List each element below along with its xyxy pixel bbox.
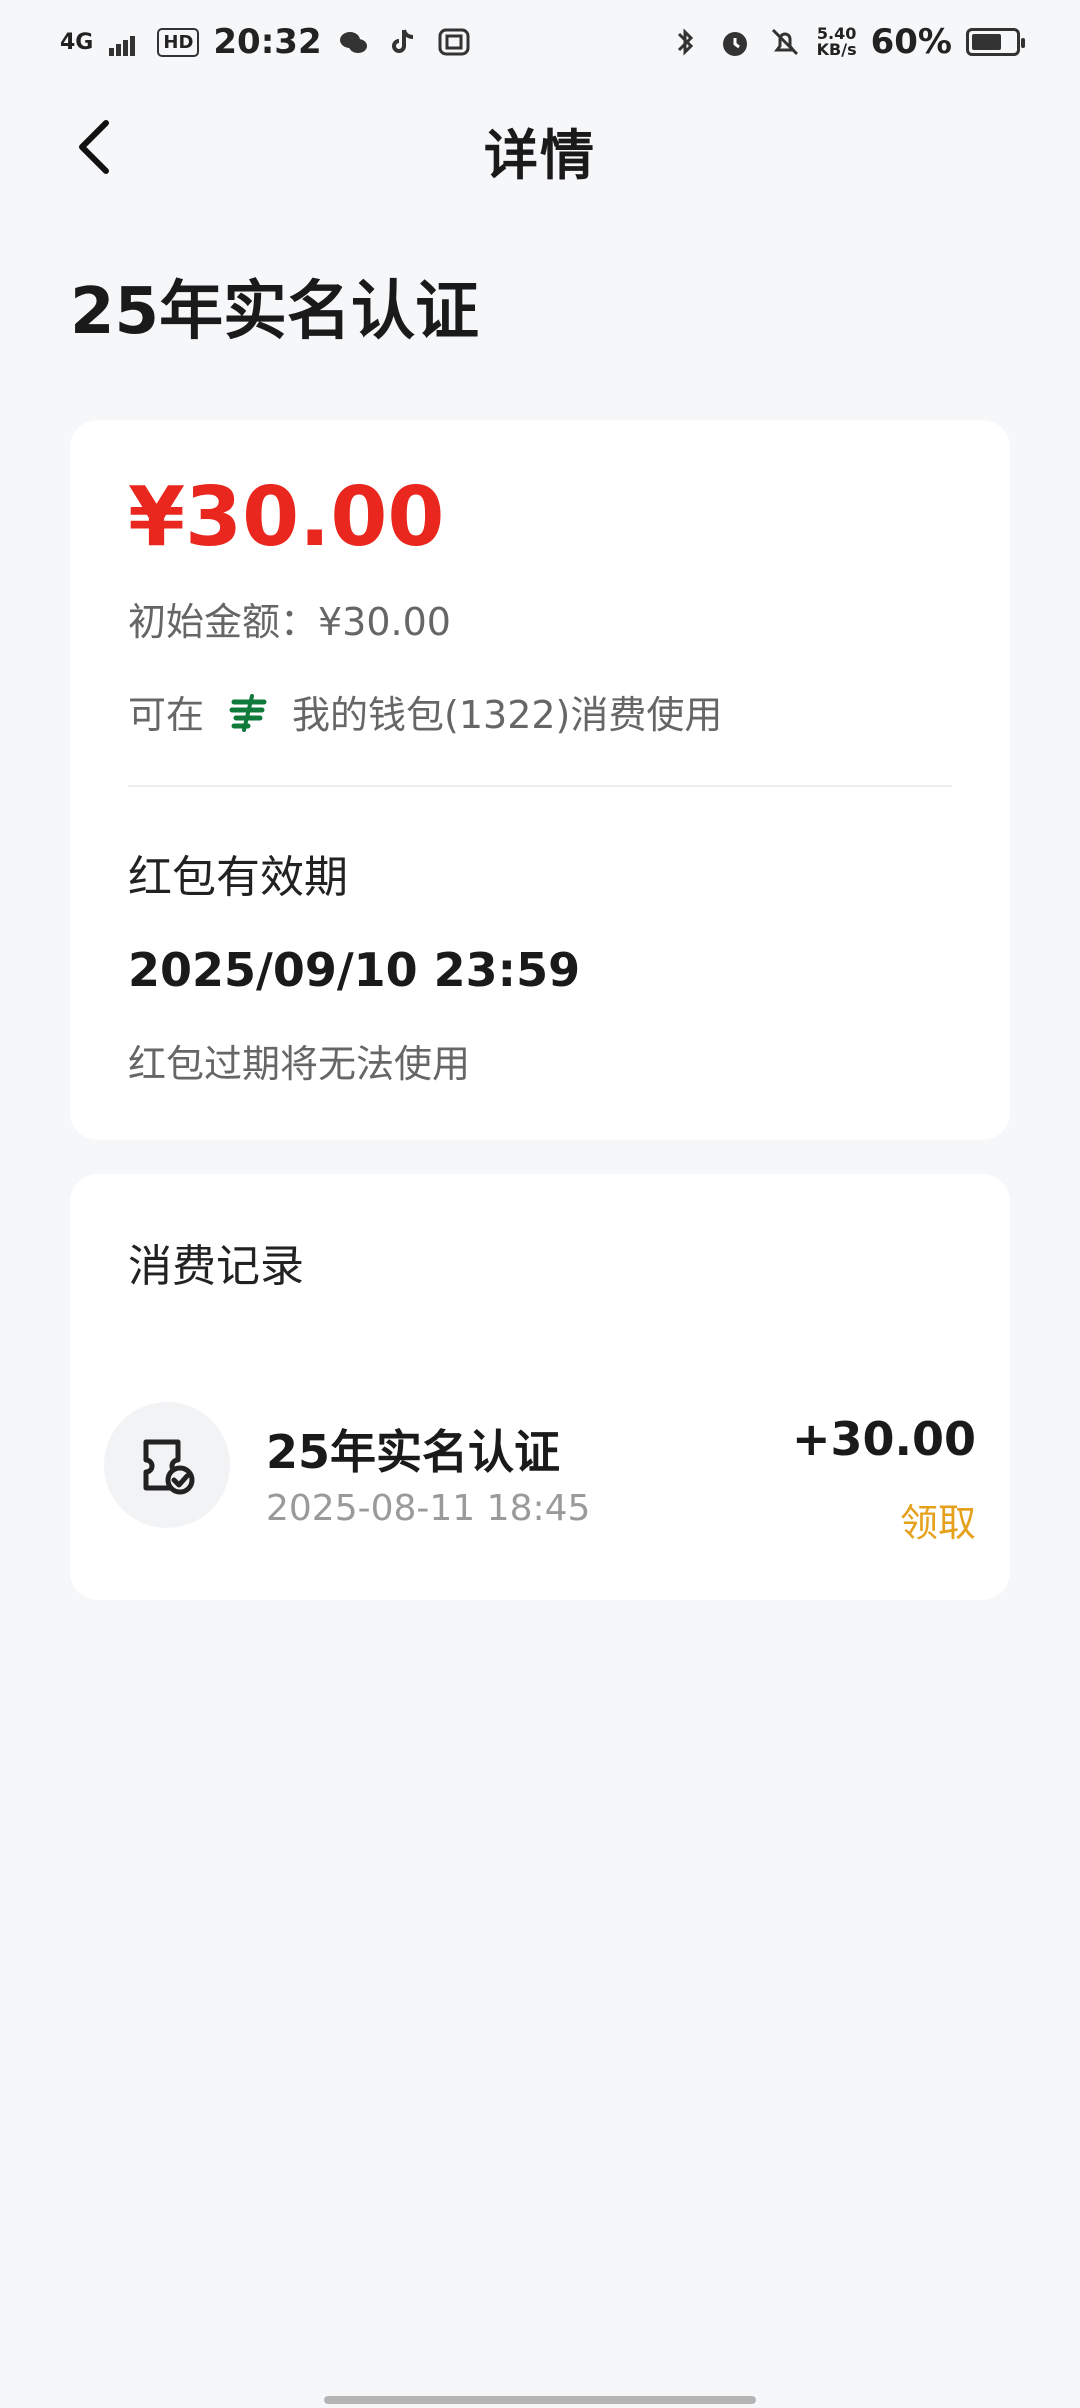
signal-icon (107, 24, 143, 60)
status-left: 4G HD 20:32 (60, 22, 472, 62)
app-notification-icon (436, 24, 472, 60)
usage-wallet: 我的钱包(1322)消费使用 (292, 693, 723, 737)
detail-page: 4G HD 20:32 5.40 KB/s 60% 详情 25年实名认证 ¥30… (0, 0, 1080, 2408)
record-row[interactable]: 25年实名认证 2025-08-11 18:45 +30.00 领取 (104, 1372, 976, 1545)
validity-note: 红包过期将无法使用 (128, 1042, 471, 1086)
initial-amount: 初始金额：¥30.00 (128, 600, 451, 644)
battery-percent: 60% (870, 22, 952, 62)
status-bar: 4G HD 20:32 5.40 KB/s 60% (0, 0, 1080, 84)
postal-bank-icon (224, 688, 272, 736)
records-title: 消费记录 (128, 1241, 304, 1292)
page-title: 详情 (484, 123, 596, 187)
record-name: 25年实名认证 (266, 1425, 561, 1479)
home-indicator[interactable] (324, 2396, 756, 2404)
record-amount: +30.00 (791, 1412, 976, 1466)
back-button[interactable] (60, 112, 130, 182)
bluetooth-icon (667, 24, 703, 60)
alarm-icon (717, 24, 753, 60)
chevron-left-icon (79, 120, 109, 174)
validity-title: 红包有效期 (128, 852, 348, 903)
usage-line: 可在 我的钱包(1322)消费使用 (128, 684, 952, 739)
hd-badge: HD (157, 27, 200, 57)
battery-icon (966, 28, 1025, 56)
voucher-check-icon (104, 1402, 230, 1528)
main-title: 25年实名认证 (70, 275, 480, 349)
clock-time: 20:32 (213, 22, 322, 62)
tiktok-icon (386, 24, 422, 60)
network-indicator: 4G (60, 29, 94, 55)
wechat-icon (336, 24, 372, 60)
mute-icon (767, 24, 803, 60)
record-time: 2025-08-11 18:45 (266, 1488, 591, 1529)
redpacket-amount: ¥30.00 (128, 470, 445, 565)
records-card: 消费记录 25年实名认证 2025-08-11 18:45 +30.00 领取 (70, 1174, 1010, 1600)
record-status[interactable]: 领取 (900, 1492, 976, 1547)
top-header: 详情 (0, 90, 1080, 210)
network-speed: 5.40 KB/s (816, 24, 857, 59)
redpacket-card: ¥30.00 初始金额：¥30.00 可在 我的钱包(1322)消费使用 红包有… (70, 420, 1010, 1140)
divider (128, 785, 952, 787)
status-right: 5.40 KB/s 60% (667, 22, 1025, 62)
battery-level (972, 34, 1001, 50)
validity-date: 2025/09/10 23:59 (128, 943, 581, 997)
usage-prefix: 可在 (128, 693, 205, 737)
